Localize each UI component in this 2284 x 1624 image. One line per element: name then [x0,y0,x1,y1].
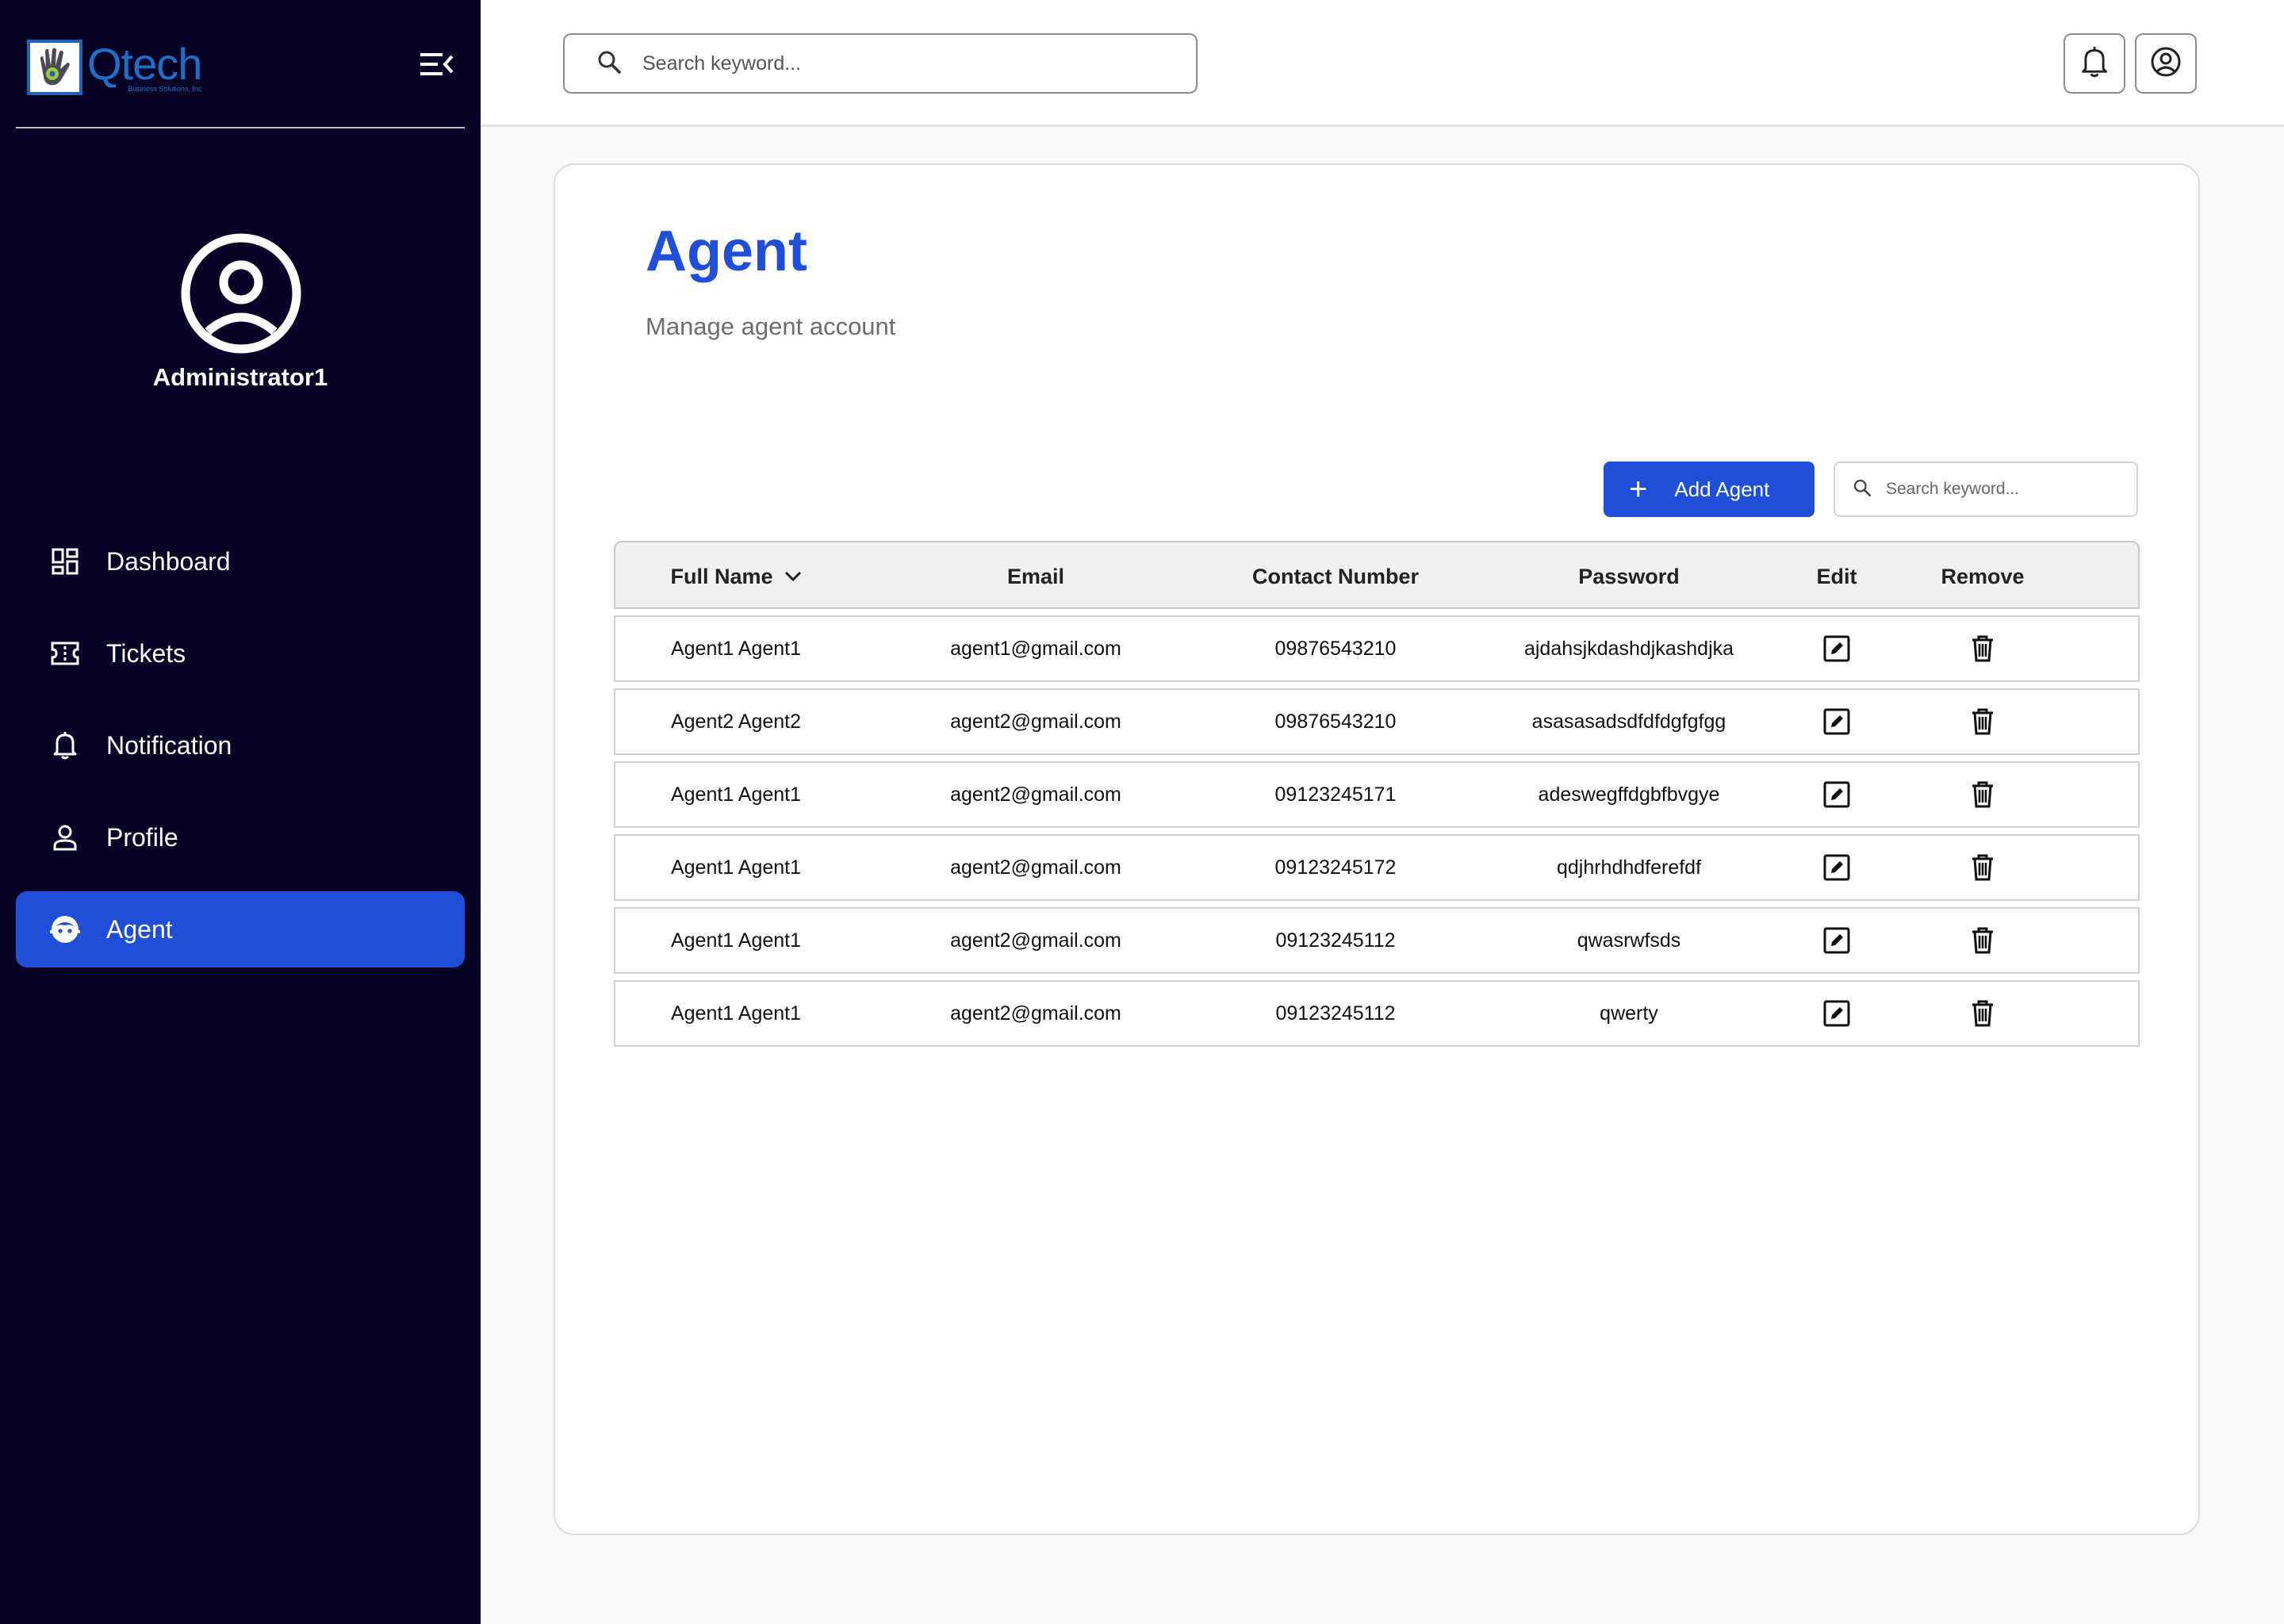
trash-icon[interactable] [1951,836,2014,899]
table-body: Agent1 Agent1 agent1@gmail.com 098765432… [614,615,2140,1053]
sidebar-divider [16,127,465,128]
sidebar-item-dashboard[interactable]: Dashboard [16,523,465,599]
logo-name: Qtech [87,39,202,89]
dashboard-icon [49,546,81,577]
edit-icon[interactable] [1805,763,1868,826]
table-header: Full Name Email Contact Number Password … [614,541,2140,609]
top-bar [481,0,2284,127]
edit-icon[interactable] [1805,617,1868,680]
cell-contact: 09123245112 [1275,929,1396,952]
user-avatar-icon [181,233,301,354]
column-header-edit: Edit [1816,564,1857,588]
cell-email: agent1@gmail.com [950,637,1121,660]
top-search-input[interactable] [642,52,1166,75]
account-button[interactable] [2135,33,2197,94]
cell-full-name: Agent2 Agent2 [670,710,802,733]
trash-icon[interactable] [1951,982,2014,1045]
sidebar-item-label: Profile [106,822,178,852]
cell-contact: 09123245172 [1274,856,1397,879]
bell-icon [49,730,81,761]
sidebar-item-agent[interactable]: Agent [16,891,465,967]
user-name: Administrator1 [152,363,328,391]
cell-email: agent2@gmail.com [950,710,1121,733]
sidebar-item-label: Notification [106,730,232,760]
cell-full-name: Agent1 Agent1 [670,929,802,952]
cell-password: qwasrwfsds [1577,929,1681,952]
table-row: Agent2 Agent2 agent2@gmail.com 098765432… [614,688,2140,755]
qtech-logo[interactable]: Qtech Business Solutions, Inc [27,39,202,95]
sidebar-item-profile[interactable]: Profile [16,799,465,875]
hand-logo-icon [27,40,82,95]
trash-icon[interactable] [1951,909,2014,972]
column-header-password: Password [1578,564,1680,588]
edit-icon[interactable] [1805,690,1868,753]
cell-password: adeswegffdgbfbvgye [1538,783,1720,806]
user-circle-icon [2150,46,2182,82]
cell-email: agent2@gmail.com [950,929,1121,952]
table-row: Agent1 Agent1 agent2@gmail.com 091232451… [614,907,2140,974]
ticket-icon [49,638,81,669]
cell-full-name: Agent1 Agent1 [670,637,802,660]
cell-email: agent2@gmail.com [950,1002,1121,1025]
plus-icon: + [1629,472,1648,507]
sidebar-item-tickets[interactable]: Tickets [16,615,465,691]
logo-subtext: Business Solutions, Inc [128,85,202,93]
table-row: Agent1 Agent1 agent1@gmail.com 098765432… [614,615,2140,682]
column-header-contact: Contact Number [1251,564,1419,588]
agent-search-box[interactable] [1834,462,2138,517]
notification-button[interactable] [2064,33,2125,94]
add-agent-button[interactable]: + Add Agent [1604,462,1815,517]
column-label: Full Name [670,564,773,588]
trash-icon[interactable] [1951,690,2014,753]
table-row: Agent1 Agent1 agent2@gmail.com 091232451… [614,834,2140,901]
bell-icon [2080,46,2109,82]
search-icon [596,49,622,79]
add-agent-label: Add Agent [1674,477,1770,501]
sidebar-item-label: Tickets [106,638,186,668]
cell-password: qwerty [1600,1002,1658,1025]
trash-icon[interactable] [1951,763,2014,826]
table-row: Agent1 Agent1 agent2@gmail.com 091232451… [614,980,2140,1047]
cell-email: agent2@gmail.com [950,783,1121,806]
search-icon [1853,478,1872,501]
agent-search-input[interactable] [1886,480,2124,499]
cell-password: ajdahsjkdashdjkashdjka [1523,637,1734,660]
cell-contact: 09876543210 [1274,637,1397,660]
cell-full-name: Agent1 Agent1 [670,783,802,806]
cell-contact: 09123245112 [1275,1002,1396,1025]
edit-icon[interactable] [1805,909,1868,972]
edit-icon[interactable] [1805,836,1868,899]
column-header-remove: Remove [1941,564,2025,588]
person-icon [49,822,81,853]
agent-icon [49,914,81,945]
table-row: Agent1 Agent1 agent2@gmail.com 091232451… [614,761,2140,828]
cell-password: qdjhrhdhdferefdf [1556,856,1702,879]
cell-contact: 09876543210 [1274,710,1397,733]
column-header-full-name[interactable]: Full Name [615,542,856,611]
column-header-email: Email [1006,564,1065,588]
sidebar-item-label: Dashboard [106,546,231,576]
trash-icon[interactable] [1951,617,2014,680]
agent-card: Agent Manage agent account + Add Agent F… [554,163,2200,1535]
chevron-down-icon [784,571,802,582]
sidebar-item-label: Agent [106,914,173,944]
cell-full-name: Agent1 Agent1 [670,856,802,879]
top-search-box[interactable] [563,33,1198,94]
cell-email: agent2@gmail.com [950,856,1121,879]
cell-full-name: Agent1 Agent1 [670,1002,802,1025]
sidebar-nav: Dashboard Tickets Notification Profile A… [16,523,465,983]
sidebar-item-notification[interactable]: Notification [16,707,465,783]
page-subtitle: Manage agent account [646,312,896,340]
edit-icon[interactable] [1805,982,1868,1045]
page-title: Agent [646,220,807,283]
sidebar: Qtech Business Solutions, Inc Administra… [0,0,481,1624]
cell-contact: 09123245171 [1274,783,1397,806]
collapse-menu-icon[interactable] [419,51,454,78]
cell-password: asasasadsdfdfdgfgfgg [1531,710,1726,733]
